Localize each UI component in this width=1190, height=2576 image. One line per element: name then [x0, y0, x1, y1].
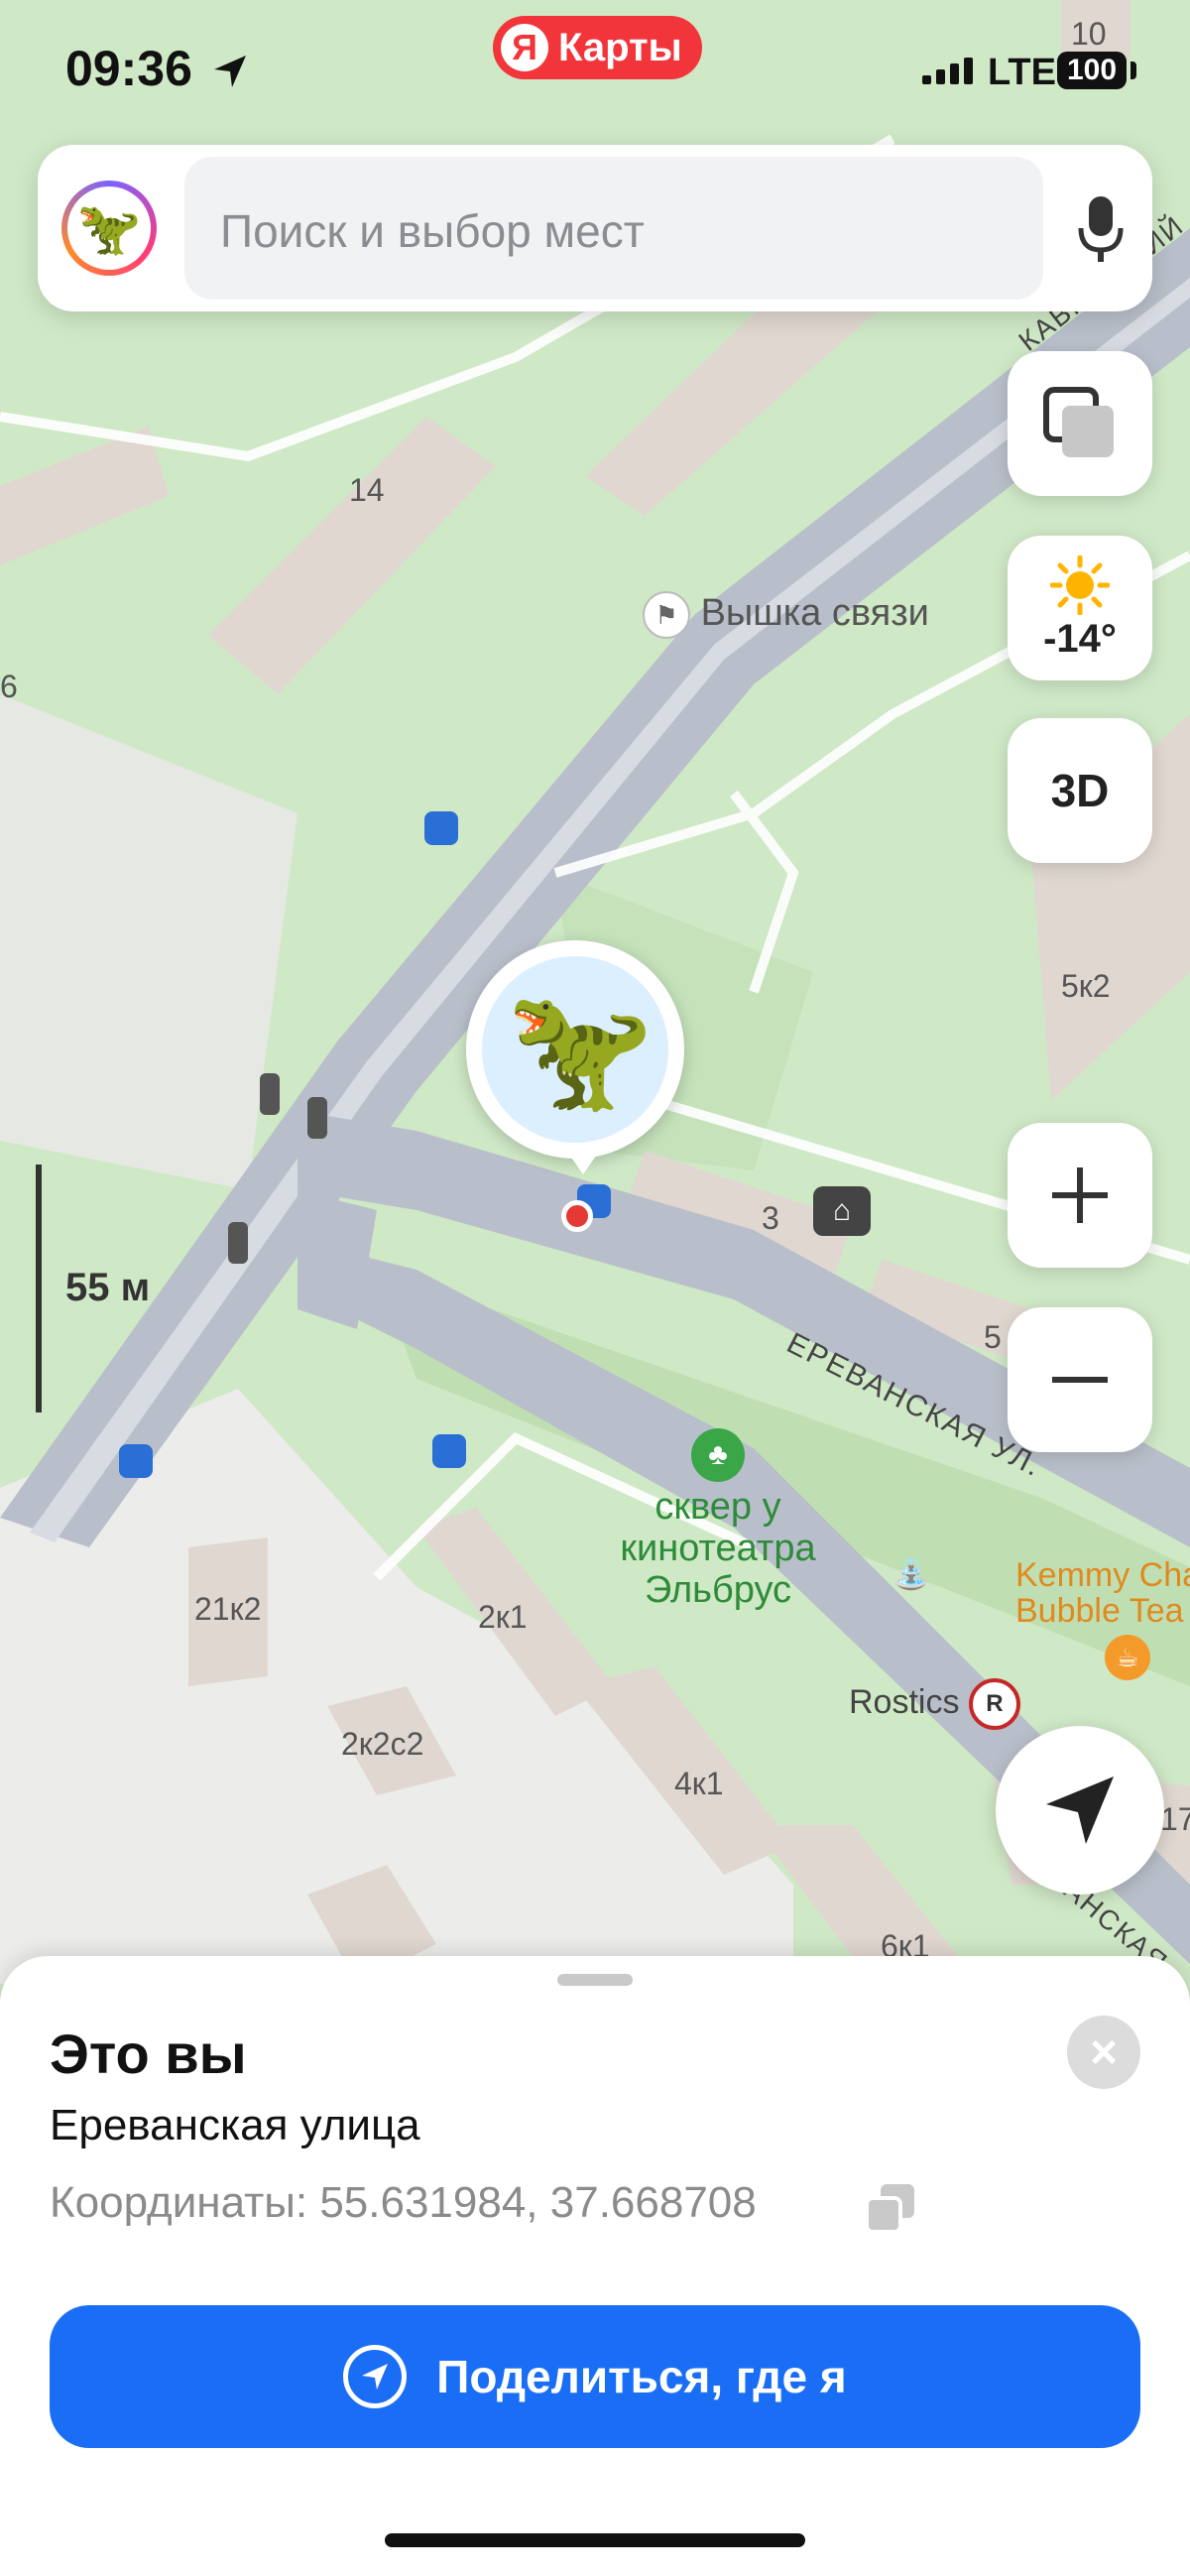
dinosaur-icon: 🦖 — [76, 199, 142, 258]
yandex-logo-icon: Я — [501, 24, 548, 71]
bus-stop-icon[interactable] — [119, 1444, 153, 1478]
brand-label: Карты — [558, 25, 682, 69]
location-arrow-icon — [214, 56, 246, 87]
signal-icon — [922, 58, 973, 84]
map-label-park[interactable]: ♣ сквер у кинотеатра Эльбрус — [599, 1428, 837, 1611]
user-location-pin[interactable]: 🦖 — [466, 940, 684, 1174]
cup-icon: ☕ — [1105, 1635, 1150, 1680]
dinosaur-icon: 🦖 — [506, 983, 654, 1116]
minus-icon — [1052, 1377, 1108, 1383]
sheet-title: Это вы — [50, 2023, 247, 2085]
search-input[interactable]: Поиск и выбор мест — [184, 157, 1043, 300]
share-button-label: Поделиться, где я — [436, 2351, 847, 2402]
building-17: 17 — [1160, 1801, 1190, 1837]
plus-icon — [1052, 1167, 1108, 1223]
location-sheet: Это вы × Ереванская улица Координаты: 55… — [0, 1956, 1190, 2576]
3d-button[interactable]: 3D — [1008, 718, 1152, 863]
map-label-cafe[interactable]: Kemmy Cha Bubble Tea ☕ — [1015, 1557, 1190, 1680]
layers-button[interactable] — [1008, 351, 1152, 496]
search-placeholder: Поиск и выбор мест — [220, 205, 645, 257]
bus-stop-icon[interactable] — [432, 1434, 466, 1468]
battery-icon: 100 — [1057, 52, 1127, 89]
zoom-in-button[interactable] — [1008, 1123, 1152, 1268]
building-14: 14 — [349, 472, 385, 508]
building-5k2: 5к2 — [1061, 968, 1111, 1004]
status-time: 09:36 — [65, 41, 192, 96]
sheet-grabber[interactable] — [557, 1974, 633, 1986]
navigation-arrow-icon — [1046, 1777, 1114, 1844]
layers-icon — [1043, 387, 1114, 457]
microphone-icon[interactable] — [1077, 194, 1125, 266]
building-6: 6 — [0, 669, 18, 704]
map-label-rostics[interactable]: Rostics R — [849, 1678, 1020, 1730]
scale-bar — [36, 1165, 42, 1412]
building-5: 5 — [984, 1319, 1002, 1355]
rostics-logo-icon: R — [968, 1678, 1020, 1730]
building-3: 3 — [762, 1200, 779, 1236]
location-dot — [561, 1200, 593, 1232]
traffic-light-icon — [260, 1073, 280, 1115]
close-button[interactable]: × — [1067, 2016, 1140, 2089]
traffic-light-icon — [228, 1222, 248, 1264]
map-label-tower[interactable]: ⚑ Вышка связи — [643, 591, 929, 639]
pin-tail — [565, 1149, 601, 1174]
status-bar: 09:36 Я Карты LTE 100 — [0, 0, 1190, 139]
copy-icon[interactable] — [865, 2182, 916, 2234]
my-location-button[interactable] — [996, 1726, 1164, 1895]
scale-label: 55 м — [65, 1266, 151, 1309]
building-2k1: 2к1 — [478, 1599, 528, 1635]
brand-badge: Я Карты — [493, 16, 702, 79]
tree-icon: ♣ — [691, 1428, 745, 1482]
street-name: Ереванская улица — [50, 2101, 420, 2149]
building-21k2: 21к2 — [194, 1591, 262, 1627]
search-bar: 🦖 Поиск и выбор мест — [38, 145, 1152, 311]
close-icon: × — [1089, 2025, 1119, 2079]
traffic-light-icon — [307, 1097, 327, 1139]
weather-button[interactable]: -14° — [1008, 536, 1152, 680]
3d-label: 3D — [1050, 765, 1110, 816]
profile-avatar[interactable]: 🦖 — [61, 181, 157, 276]
flag-icon: ⚑ — [643, 591, 690, 639]
network-type: LTE — [988, 52, 1056, 93]
building-4k1: 4к1 — [674, 1766, 724, 1801]
battery-tip — [1130, 61, 1136, 79]
building-2k2c2: 2к2с2 — [341, 1726, 424, 1762]
share-location-button[interactable]: Поделиться, где я — [50, 2305, 1140, 2448]
fountain-icon: ⛲ — [892, 1558, 930, 1591]
coordinates-text[interactable]: Координаты: 55.631984, 37.668708 — [50, 2178, 757, 2228]
bus-stop-icon[interactable] — [424, 811, 458, 845]
home-indicator[interactable] — [385, 2533, 805, 2547]
zoom-out-button[interactable] — [1008, 1307, 1152, 1452]
house-icon[interactable]: ⌂ — [813, 1186, 871, 1236]
sun-icon — [1050, 554, 1110, 615]
share-navigation-icon — [343, 2345, 408, 2408]
temperature-label: -14° — [1043, 616, 1117, 661]
